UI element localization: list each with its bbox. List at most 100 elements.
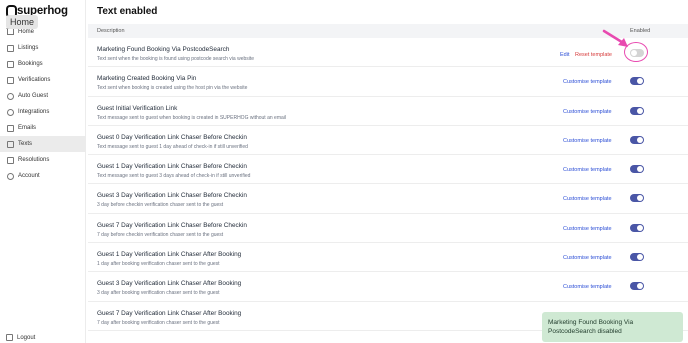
toggle-knob [637,136,643,143]
row-title: Guest 3 Day Verification Link Chaser Bef… [97,192,247,200]
verifications-icon [6,76,14,84]
row-subtitle: 3 day before checkin verification chaser… [97,202,224,209]
toggle-knob [637,254,643,261]
toggle-knob [637,107,643,114]
toggle-knob [637,78,643,85]
sidebar-item-resolutions[interactable]: Resolutions [0,152,86,168]
sidebar-nav: Home Listings Bookings Verifications Aut… [0,24,86,184]
annotation-arrow-icon [602,29,628,47]
enabled-toggle[interactable] [630,282,644,291]
sidebar-item-auto-guest[interactable]: Auto Guest [0,88,86,104]
enabled-toggle[interactable] [630,253,644,262]
sidebar-item-label: Emails [18,125,37,131]
home-icon [5,25,14,36]
enabled-toggle[interactable] [630,223,644,232]
row-title: Marketing Found Booking Via PostcodeSear… [97,46,230,53]
sidebar-item-texts[interactable]: Texts [0,136,86,152]
row-title: Guest 3 Day Verification Link Chaser Aft… [97,280,242,288]
sidebar-item-label: Home [18,29,35,35]
customise-template-link[interactable]: Customise template [563,138,612,144]
sidebar-item-label: Resolutions [18,157,50,163]
row-title: Guest 1 Day Verification Link Chaser Bef… [97,163,247,171]
table-row: Guest 1 Day Verification Link Chaser Aft… [88,243,688,273]
row-subtitle: Text message sent to guest 1 day ahead o… [97,143,248,150]
logout-icon [6,334,13,341]
customise-template-link[interactable]: Customise template [563,167,612,173]
row-title: Guest 7 Day Verification Link Chaser Bef… [97,221,247,229]
toggle-knob [637,283,643,290]
sidebar-item-emails[interactable]: Emails [0,120,86,136]
table-row: Marketing Created Booking Via Pin Text s… [88,67,688,97]
main-content: Text enabled Description Enabled Marketi… [87,0,688,343]
enabled-toggle[interactable] [630,165,644,174]
sidebar-item-label: Account [18,173,40,179]
texts-table: Marketing Found Booking Via PostcodeSear… [88,38,688,331]
edit-link[interactable]: Edit [560,52,569,58]
table-row: Guest 7 Day Verification Link Chaser Bef… [88,214,688,244]
customise-template-link[interactable]: Customise template [563,109,612,115]
enabled-toggle[interactable] [630,77,644,86]
bookings-icon [6,60,14,68]
auto-guest-icon [6,92,14,100]
customise-template-link[interactable]: Customise template [563,226,612,232]
customise-template-link[interactable]: Customise template [563,255,612,261]
toggle-knob [637,195,643,202]
enabled-toggle[interactable] [630,106,644,115]
sidebar-item-label: Texts [18,141,33,147]
account-icon [6,172,14,180]
table-row: Guest 1 Day Verification Link Chaser Bef… [88,155,688,185]
row-subtitle: 3 day after booking verification chaser … [97,290,220,297]
sidebar-item-verifications[interactable]: Verifications [0,72,86,88]
row-subtitle: 7 day after booking verification chaser … [97,319,220,326]
row-title: Guest 7 Day Verification Link Chaser Aft… [97,309,242,317]
integrations-icon [6,108,14,116]
toast-notification: Marketing Found Booking Via PostcodeSear… [542,312,683,342]
sidebar-item-label: Integrations [18,109,50,115]
table-row: Guest 3 Day Verification Link Chaser Bef… [88,184,688,214]
page-title: Text enabled [97,6,158,17]
sidebar-item-label: Listings [18,45,39,51]
column-header-description: Description [97,28,125,34]
table-row: Guest 0 Day Verification Link Chaser Bef… [88,126,688,156]
column-header-enabled: Enabled [630,28,651,34]
sidebar-item-account[interactable]: Account [0,168,86,184]
toggle-knob [637,224,643,231]
enabled-toggle[interactable] [630,194,644,203]
toggle-knob [637,166,643,173]
table-row: Guest 3 Day Verification Link Chaser Aft… [88,272,688,302]
customise-template-link[interactable]: Customise template [563,79,612,85]
sidebar-item-listings[interactable]: Listings [0,40,86,56]
table-header: Description Enabled [88,24,688,38]
row-subtitle: Text message sent to guest 3 days ahead … [97,173,251,180]
sidebar-item-integrations[interactable]: Integrations [0,104,86,120]
row-title: Marketing Created Booking Via Pin [97,75,197,83]
customise-template-link[interactable]: Customise template [563,284,612,290]
enabled-toggle[interactable] [630,49,644,57]
sidebar-item-label: Auto Guest [18,93,49,99]
row-title: Guest 1 Day Verification Link Chaser Aft… [97,251,242,259]
toggle-knob [631,50,637,56]
row-subtitle: Text message sent to guest when booking … [97,114,286,121]
row-subtitle: Text sent when booking is created using … [97,85,248,92]
logout-label: Logout [17,334,36,341]
table-row: Guest Initial Verification Link Text mes… [88,97,688,126]
sidebar: superhog Home Home Listings Bookings Ver… [0,0,86,343]
sidebar-item-bookings[interactable]: Bookings [0,56,86,72]
table-row: Marketing Found Booking Via PostcodeSear… [88,38,688,68]
toast-message: Marketing Found Booking Via PostcodeSear… [548,319,634,335]
texts-icon [6,140,14,148]
home-tooltip: Home [6,15,38,29]
reset-template-link[interactable]: Reset template [575,52,612,58]
row-subtitle: 7 day before checkin verification chaser… [97,231,224,238]
customise-template-link[interactable]: Customise template [563,196,612,202]
row-title: Guest Initial Verification Link [97,104,178,112]
row-subtitle: 1 day after booking verification chaser … [97,261,220,268]
enabled-toggle[interactable] [630,135,644,144]
sidebar-item-label: Bookings [18,61,43,67]
listings-icon [6,44,14,52]
row-subtitle: Text sent when the booking is found usin… [97,56,255,62]
resolutions-icon [6,156,14,164]
emails-icon [6,124,14,132]
logout-link[interactable]: Logout [6,334,35,341]
sidebar-item-label: Verifications [18,77,51,83]
